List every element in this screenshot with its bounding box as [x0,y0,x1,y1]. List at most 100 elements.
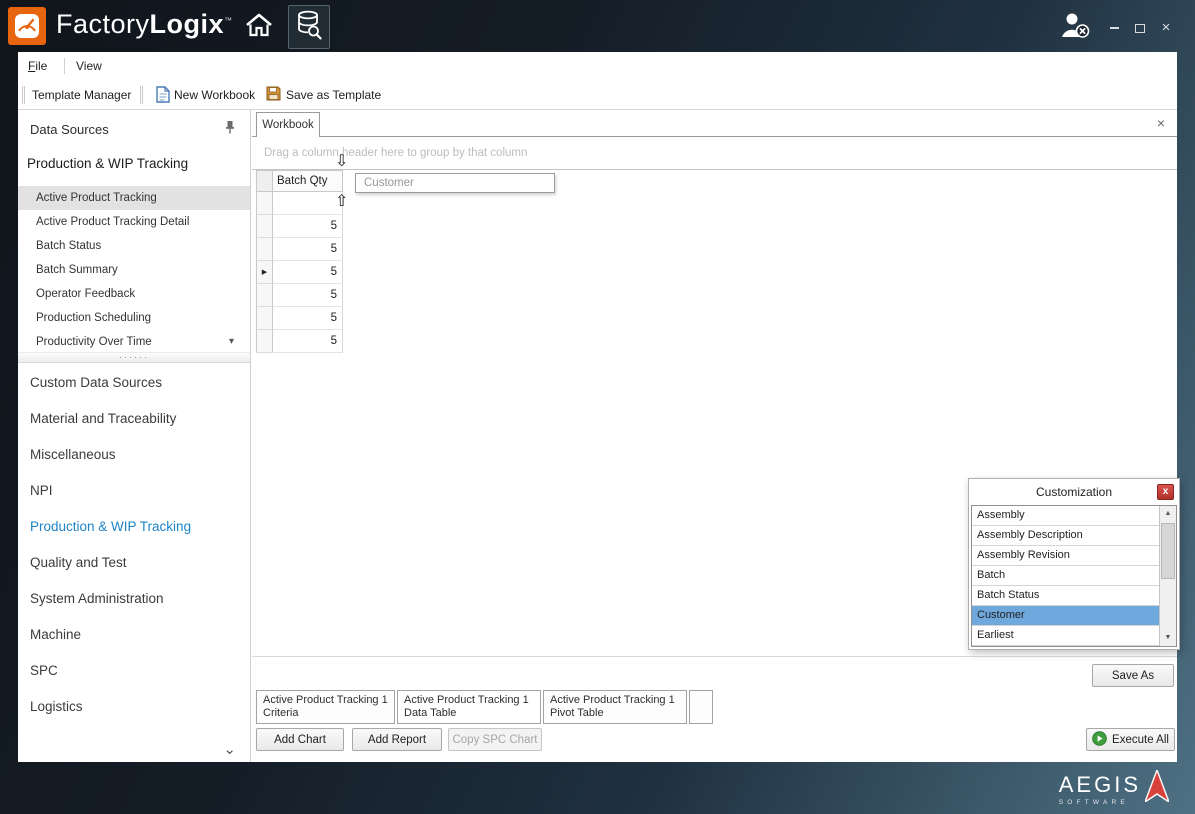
field-item-customer[interactable]: Customer [972,606,1161,626]
sidebar-item-label: Production Scheduling [36,312,151,324]
toolbar-grip[interactable] [140,86,143,104]
sidebar-item-label: Operator Feedback [36,288,135,300]
window-content: File View Template Manager New Workbook [18,52,1177,762]
table-row[interactable]: 5 [256,215,343,238]
dropdown-arrow-icon[interactable]: ▾ [229,330,234,354]
execute-icon [1092,731,1107,749]
sidebar-category-logistics[interactable]: Logistics [30,699,83,714]
field-item-assembly-description[interactable]: Assembly Description [972,526,1161,546]
sidebar-item-active-product-tracking-detail[interactable]: Active Product Tracking Detail [18,210,250,234]
sidebar-category-system-administration[interactable]: System Administration [30,591,164,606]
table-row[interactable]: 5 [256,330,343,353]
sidebar-category-spc[interactable]: SPC [30,663,58,678]
sidebar-item-productivity-over-time[interactable]: Productivity Over Time ▾ [18,330,250,354]
sidebar-category-miscellaneous[interactable]: Miscellaneous [30,447,116,462]
customization-close-button[interactable]: x [1157,484,1174,500]
workbook-tabstrip: Workbook × [252,110,1177,137]
menu-file[interactable]: File [28,59,47,73]
customization-close-icon: x [1163,486,1169,497]
sidebar-category-quality-and-test[interactable]: Quality and Test [30,555,127,570]
data-sources-title: Data Sources [30,122,109,137]
sidebar-category-production-wip-tracking[interactable]: Production & WIP Tracking [30,519,191,534]
batch-qty-cell[interactable] [273,192,343,215]
sheet-tab-pivot-table[interactable]: Active Product Tracking 1 Pivot Table [543,690,687,724]
brand-logix: Logix [150,9,225,39]
close-button[interactable]: × [1155,20,1177,36]
field-item-assembly[interactable]: Assembly [972,506,1161,526]
scrollbar-thumb[interactable] [1161,523,1175,579]
customization-scrollbar[interactable]: ▲ ▼ [1159,506,1176,646]
tab-workbook[interactable]: Workbook [256,112,320,137]
batch-qty-cell[interactable]: 5 [273,261,343,284]
sidebar-item-production-scheduling[interactable]: Production Scheduling [18,306,250,330]
add-report-button[interactable]: Add Report [352,728,442,751]
sheet-tab-data-table[interactable]: Active Product Tracking 1 Data Table [397,690,541,724]
add-chart-button[interactable]: Add Chart [256,728,344,751]
batch-qty-cell[interactable]: 5 [273,284,343,307]
field-item-earliest[interactable]: Earliest [972,626,1161,646]
sidebar-item-label: Active Product Tracking Detail [36,216,189,228]
scroll-down-icon[interactable]: ▼ [1160,630,1176,646]
menu-view[interactable]: View [76,59,102,73]
scroll-up-icon[interactable]: ▲ [1160,506,1176,522]
batch-qty-cell[interactable]: 5 [273,330,343,353]
minimize-button[interactable] [1103,20,1125,36]
save-as-template-button[interactable]: Save as Template [286,88,381,102]
user-logout-button[interactable] [1057,12,1093,42]
data-explorer-button[interactable] [288,5,330,49]
workbook-close-icon[interactable]: × [1157,115,1165,131]
table-row[interactable] [256,192,343,215]
field-item-batch-status[interactable]: Batch Status [972,586,1161,606]
toolbar-grip[interactable] [22,86,25,104]
maximize-button[interactable] [1129,20,1151,36]
sheet-tab-line2: Data Table [404,707,534,720]
minimize-icon [1110,27,1119,29]
field-item-batch[interactable]: Batch [972,566,1161,586]
sidebar-splitter[interactable]: ······ [18,352,250,363]
scroll-more-icon[interactable]: ⌄ [223,744,236,756]
customization-title[interactable]: Customization [969,479,1179,505]
table-row[interactable]: ▶ 5 [256,261,343,284]
trademark-symbol: ™ [224,16,233,25]
drop-position-down-arrow-icon: ⇩ [335,154,348,170]
menu-separator [64,58,65,74]
customization-panel: Customization x Assembly Assembly Descri… [968,478,1180,650]
sidebar-item-active-product-tracking[interactable]: Active Product Tracking [18,186,250,210]
table-row[interactable]: 5 [256,238,343,261]
batch-qty-cell[interactable]: 5 [273,307,343,330]
new-workbook-button[interactable]: New Workbook [174,88,255,102]
batch-qty-cell[interactable]: 5 [273,238,343,261]
table-row[interactable]: 5 [256,307,343,330]
sidebar-category-machine[interactable]: Machine [30,627,81,642]
template-manager-button[interactable]: Template Manager [32,88,131,102]
execute-all-button[interactable]: Execute All [1086,728,1175,751]
home-button[interactable] [238,8,280,46]
table-row[interactable]: 5 [256,284,343,307]
close-icon: × [1162,21,1171,35]
sidebar-category-npi[interactable]: NPI [30,483,53,498]
brand-factory: Factory [56,9,150,39]
row-indicator [256,284,273,307]
sheet-tab-line1: Active Product Tracking 1 [550,694,680,707]
customization-field-list: Assembly Assembly Description Assembly R… [971,505,1177,647]
batch-qty-cell[interactable]: 5 [273,215,343,238]
row-indicator [256,238,273,261]
factorylogix-logo-icon [8,7,46,45]
sidebar-category-material-traceability[interactable]: Material and Traceability [30,411,176,426]
field-item-assembly-revision[interactable]: Assembly Revision [972,546,1161,566]
sheet-tab-line2: Criteria [263,707,388,720]
sheet-tab-criteria[interactable]: Active Product Tracking 1 Criteria [256,690,395,724]
group-by-panel[interactable]: Drag a column header here to group by th… [252,137,1177,170]
pin-icon[interactable] [224,120,236,139]
sidebar-item-batch-status[interactable]: Batch Status [18,234,250,258]
sidebar-item-operator-feedback[interactable]: Operator Feedback [18,282,250,306]
home-icon [244,12,274,43]
column-header-batch-qty[interactable]: Batch Qty [272,170,343,192]
sidebar-category-custom-data-sources[interactable]: Custom Data Sources [30,375,162,390]
dragged-column-header-customer[interactable]: Customer [355,173,555,193]
sidebar-section-production-wip[interactable]: Production & WIP Tracking [27,156,188,171]
save-as-button[interactable]: Save As [1092,664,1174,687]
sheet-tab-stub[interactable] [689,690,713,724]
database-search-icon [296,10,322,45]
sidebar-item-batch-summary[interactable]: Batch Summary [18,258,250,282]
